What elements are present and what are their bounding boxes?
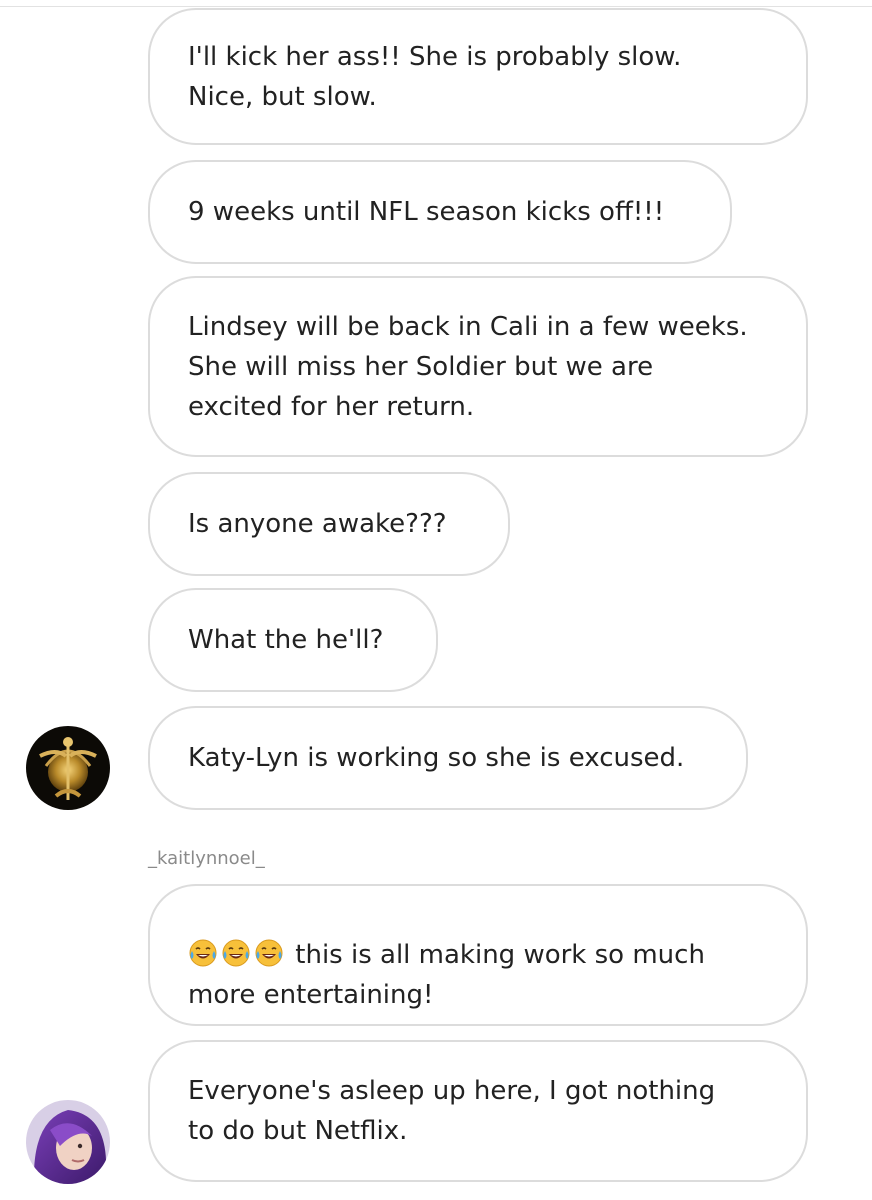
face-with-tears-of-joy-icon <box>254 938 284 968</box>
message-bubble[interactable]: Everyone's asleep up here, I got nothing… <box>148 1040 808 1182</box>
message-bubble[interactable]: 9 weeks until NFL season kicks off!!! <box>148 160 732 264</box>
message-bubble[interactable]: Katy-Lyn is working so she is excused. <box>148 706 748 810</box>
message-text: What the he'll? <box>188 625 384 655</box>
message-bubble[interactable]: Is anyone awake??? <box>148 472 510 576</box>
message-text: 9 weeks until NFL season kicks off!!! <box>188 197 665 227</box>
message-text: Is anyone awake??? <box>188 509 447 539</box>
message-bubble[interactable]: this is all making work so much more ent… <box>148 884 808 1026</box>
message-bubble[interactable]: I'll kick her ass!! She is probably slow… <box>148 8 808 145</box>
top-divider <box>0 6 872 7</box>
face-with-tears-of-joy-icon <box>188 938 218 968</box>
marine-emblem-icon <box>26 726 110 810</box>
profile-photo-icon <box>26 1100 110 1184</box>
sender-username[interactable]: _kaitlynnoel_ <box>148 848 265 869</box>
message-text: Everyone's asleep up here, I got nothing… <box>188 1076 716 1146</box>
message-text: Lindsey will be back in Cali in a few we… <box>188 311 748 422</box>
marine-emblem-avatar[interactable] <box>26 726 110 810</box>
purple-hair-profile-avatar[interactable] <box>26 1100 110 1184</box>
emoji-group <box>188 938 295 970</box>
message-text: this is all making work so much more ent… <box>188 895 705 1015</box>
face-with-tears-of-joy-icon <box>221 938 251 968</box>
message-text: I'll kick her ass!! She is probably slow… <box>188 41 682 112</box>
message-bubble[interactable]: What the he'll? <box>148 588 438 692</box>
message-text: Katy-Lyn is working so she is excused. <box>188 743 685 773</box>
message-bubble[interactable]: Lindsey will be back in Cali in a few we… <box>148 276 808 457</box>
